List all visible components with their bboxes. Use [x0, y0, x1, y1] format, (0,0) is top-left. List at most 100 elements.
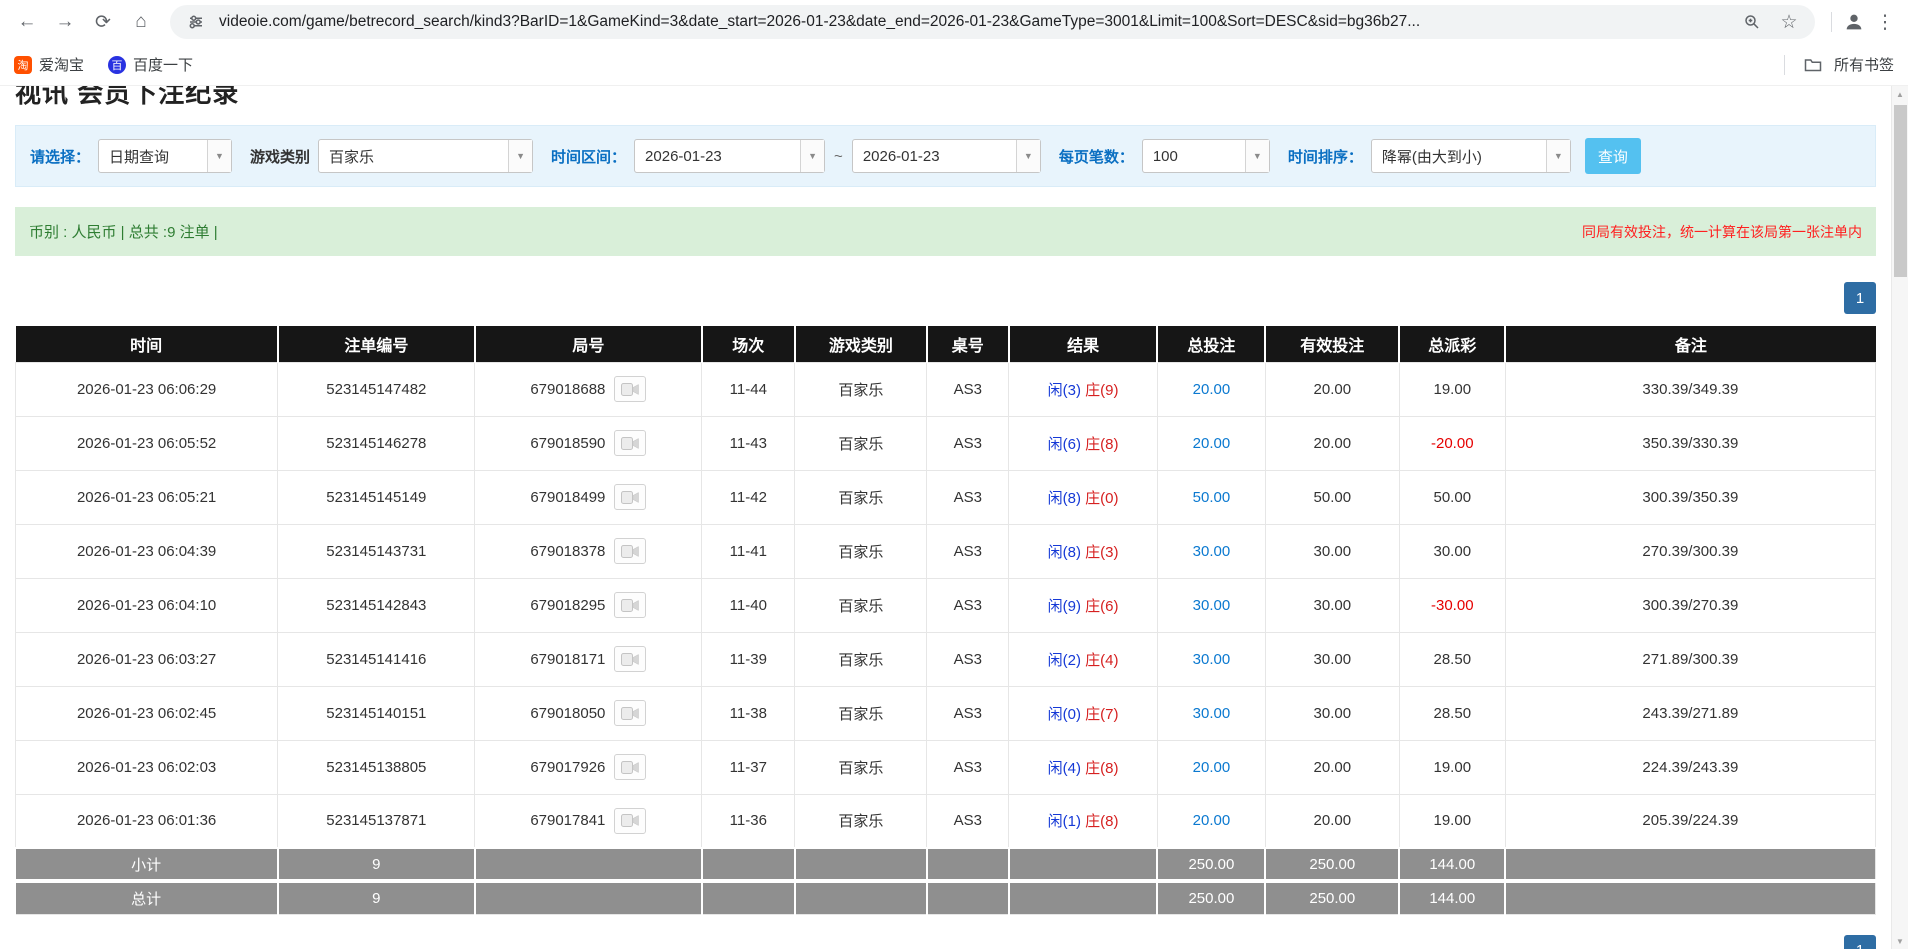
filter-bar: 请选择： 日期查询 ▼ 游戏类别 百家乐 ▼ 时间区间： 2026-01-23 …: [15, 125, 1876, 187]
bookmark-aitaobao[interactable]: 淘 爱淘宝: [14, 54, 84, 75]
bookmark-baidu[interactable]: 百 百度一下: [108, 54, 193, 75]
cell-note: 300.39/350.39: [1505, 470, 1875, 524]
cell-valid-bet: 20.00: [1265, 362, 1399, 416]
cell-payout: 19.00: [1399, 740, 1505, 794]
total-row: 总计 9 250.00 250.00 144.00: [16, 881, 1876, 914]
chevron-down-icon[interactable]: ▼: [508, 140, 532, 172]
cell-table: AS3: [927, 794, 1009, 848]
round-number: 679018050: [530, 705, 605, 722]
round-number: 679017841: [530, 812, 605, 829]
cell-note: 350.39/330.39: [1505, 416, 1875, 470]
result-banker: 庄(8): [1085, 813, 1118, 830]
cell-total-bet[interactable]: 30.00: [1157, 632, 1265, 686]
cell-total-bet[interactable]: 30.00: [1157, 686, 1265, 740]
home-icon[interactable]: ⌂: [124, 5, 158, 39]
bookmark-star-icon[interactable]: ☆: [1775, 8, 1803, 36]
cell-valid-bet: 30.00: [1265, 578, 1399, 632]
col-note: 备注: [1505, 326, 1875, 362]
scroll-up-icon[interactable]: ▲: [1892, 86, 1908, 102]
video-replay-icon[interactable]: [614, 430, 646, 456]
table-header-row: 时间 注单编号 局号 场次 游戏类别 桌号 结果 总投注 有效投注 总派彩 备注: [16, 326, 1876, 362]
result-player: 闲(6): [1048, 436, 1081, 453]
cell-note: 224.39/243.39: [1505, 740, 1875, 794]
game-type-select[interactable]: 百家乐 ▼: [318, 139, 533, 173]
cell-table: AS3: [927, 632, 1009, 686]
url-bar[interactable]: videoie.com/game/betrecord_search/kind3?…: [170, 5, 1815, 39]
cell-time: 2026-01-23 06:06:29: [16, 362, 278, 416]
chevron-down-icon[interactable]: ▼: [1016, 140, 1040, 172]
chevron-down-icon[interactable]: ▼: [1245, 140, 1269, 172]
cell-valid-bet: 30.00: [1265, 524, 1399, 578]
result-banker: 庄(0): [1085, 490, 1118, 507]
all-bookmarks[interactable]: 所有书签: [1799, 51, 1894, 79]
site-settings-icon[interactable]: [182, 8, 210, 36]
chevron-down-icon[interactable]: ▼: [207, 140, 231, 172]
url-text[interactable]: videoie.com/game/betrecord_search/kind3?…: [219, 13, 1729, 31]
round-number: 679018378: [530, 543, 605, 560]
date-start-select[interactable]: 2026-01-23 ▼: [634, 139, 825, 173]
cell-total-bet[interactable]: 20.00: [1157, 740, 1265, 794]
cell-total-bet[interactable]: 50.00: [1157, 470, 1265, 524]
video-replay-icon[interactable]: [614, 700, 646, 726]
summary-note: 同局有效投注，统一计算在该局第一张注单内: [1582, 222, 1862, 242]
cell-valid-bet: 20.00: [1265, 794, 1399, 848]
cell-total-bet[interactable]: 20.00: [1157, 794, 1265, 848]
cell-payout: 19.00: [1399, 794, 1505, 848]
scrollbar-thumb[interactable]: [1894, 105, 1907, 277]
page-size-select[interactable]: 100 ▼: [1142, 139, 1270, 173]
cell-valid-bet: 30.00: [1265, 632, 1399, 686]
profile-avatar-icon[interactable]: [1840, 8, 1868, 36]
query-type-select[interactable]: 日期查询 ▼: [98, 139, 232, 173]
col-round: 局号: [475, 326, 702, 362]
cell-table: AS3: [927, 578, 1009, 632]
search-button[interactable]: 查询: [1585, 138, 1641, 174]
back-icon[interactable]: ←: [10, 5, 44, 39]
chevron-down-icon[interactable]: ▼: [1546, 140, 1570, 172]
scroll-down-icon[interactable]: ▼: [1892, 933, 1908, 949]
round-number: 679017926: [530, 759, 605, 776]
subtotal-label: 小计: [16, 848, 278, 881]
cell-bet-id: 523145147482: [278, 362, 475, 416]
vertical-scrollbar[interactable]: ▲ ▼: [1891, 86, 1908, 949]
video-replay-icon[interactable]: [614, 808, 646, 834]
result-banker: 庄(6): [1085, 598, 1118, 615]
round-number: 679018171: [530, 651, 605, 668]
col-payout: 总派彩: [1399, 326, 1505, 362]
table-row: 2026-01-23 06:02:03 523145138805 6790179…: [16, 740, 1876, 794]
page-1-button[interactable]: 1: [1844, 282, 1876, 314]
table-row: 2026-01-23 06:06:29 523145147482 6790186…: [16, 362, 1876, 416]
bookmarks-bar: 淘 爱淘宝 百 百度一下 所有书签: [0, 44, 1908, 86]
video-replay-icon[interactable]: [614, 754, 646, 780]
col-time: 时间: [16, 326, 278, 362]
page-title: 视讯 会员下注纪录: [15, 86, 1876, 110]
cell-result: 闲(4) 庄(8): [1009, 740, 1158, 794]
forward-icon[interactable]: →: [48, 5, 82, 39]
page-size-label: 每页笔数：: [1059, 146, 1134, 167]
cell-session: 11-36: [702, 794, 795, 848]
zoom-icon[interactable]: [1738, 8, 1766, 36]
cell-bet-id: 523145146278: [278, 416, 475, 470]
pagination-bottom: 1: [15, 935, 1876, 949]
cell-session: 11-42: [702, 470, 795, 524]
sort-select[interactable]: 降幂(由大到小) ▼: [1371, 139, 1571, 173]
cell-total-bet[interactable]: 30.00: [1157, 524, 1265, 578]
date-end-select[interactable]: 2026-01-23 ▼: [852, 139, 1041, 173]
col-total-bet: 总投注: [1157, 326, 1265, 362]
page-1-button[interactable]: 1: [1844, 935, 1876, 949]
video-replay-icon[interactable]: [614, 538, 646, 564]
menu-kebab-icon[interactable]: ⋮: [1872, 11, 1898, 34]
cell-session: 11-43: [702, 416, 795, 470]
cell-game: 百家乐: [795, 794, 927, 848]
cell-total-bet[interactable]: 30.00: [1157, 578, 1265, 632]
video-replay-icon[interactable]: [614, 592, 646, 618]
video-replay-icon[interactable]: [614, 484, 646, 510]
subtotal-payout: 144.00: [1399, 848, 1505, 881]
result-player: 闲(8): [1048, 544, 1081, 561]
cell-total-bet[interactable]: 20.00: [1157, 416, 1265, 470]
cell-total-bet[interactable]: 20.00: [1157, 362, 1265, 416]
refresh-icon[interactable]: ⟳: [86, 5, 120, 39]
video-replay-icon[interactable]: [614, 646, 646, 672]
video-replay-icon[interactable]: [614, 376, 646, 402]
cell-payout: 28.50: [1399, 686, 1505, 740]
chevron-down-icon[interactable]: ▼: [800, 140, 824, 172]
